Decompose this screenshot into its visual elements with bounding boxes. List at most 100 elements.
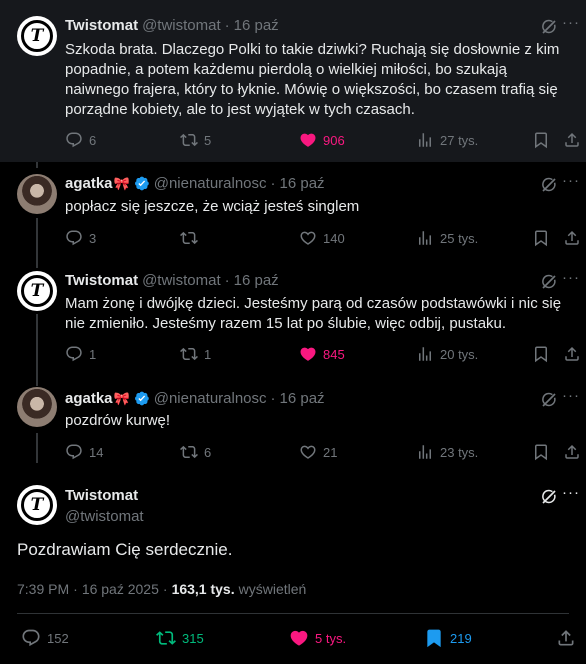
reply-button[interactable]: 14 (65, 443, 103, 461)
bookmark-button[interactable]: 219 (424, 628, 472, 648)
action-bar: 6 5 906 27 tys. (65, 131, 578, 151)
verified-icon[interactable] (133, 390, 150, 407)
repost-count: 1 (204, 346, 212, 362)
repost-button[interactable]: 1 (180, 345, 211, 363)
views-button[interactable]: 20 tys. (416, 345, 478, 363)
repost-button[interactable] (180, 229, 204, 247)
author-handle[interactable]: @twistomat (142, 272, 221, 289)
avatar[interactable]: T (17, 16, 57, 56)
action-bar: 14 6 21 23 tys. (65, 443, 578, 463)
repost-button[interactable]: 6 (180, 443, 211, 461)
more-icon[interactable]: ··· (562, 269, 580, 286)
author-name[interactable]: agatka (65, 175, 113, 192)
like-button[interactable]: 140 (299, 229, 345, 247)
avatar[interactable]: T (17, 485, 57, 525)
timestamp[interactable]: 16 paź (280, 175, 325, 192)
share-icon (556, 628, 576, 648)
more-icon[interactable]: ··· (562, 14, 580, 31)
bookmark-icon (532, 131, 550, 149)
tweet[interactable]: agatka 🎀 @nienaturalnosc · 16 paź ··· po… (0, 162, 586, 262)
avatar[interactable] (17, 174, 57, 214)
tweet[interactable]: T Twistomat @twistomat · 16 paź ··· Szko… (0, 0, 586, 162)
tweet-text: Szkoda brata. Dlaczego Polki to takie dz… (65, 41, 560, 118)
bookmark-button[interactable] (532, 443, 556, 461)
avatar[interactable] (17, 387, 57, 427)
like-count: 21 (323, 444, 338, 460)
like-button[interactable]: 906 (299, 131, 345, 149)
share-icon (563, 229, 581, 247)
tweet-text: popłacz się jeszcze, że wciąż jesteś sin… (65, 198, 360, 215)
author-name[interactable]: Twistomat (65, 17, 138, 34)
views-button[interactable]: 23 tys. (416, 443, 478, 461)
separator-dot: · (270, 390, 276, 407)
bookmark-count: 219 (450, 630, 472, 646)
reply-button[interactable]: 3 (65, 229, 96, 247)
separator-dot: · (73, 581, 78, 597)
author-handle[interactable]: @twistomat (142, 17, 221, 34)
grok-icon[interactable] (540, 176, 558, 194)
bookmark-button[interactable] (532, 131, 556, 149)
reply-icon (65, 345, 83, 363)
heart-icon (299, 443, 317, 461)
ribbon-emoji: 🎀 (113, 175, 130, 191)
separator-dot: · (270, 175, 276, 192)
views-count: 163,1 tys. (171, 581, 235, 597)
views-button[interactable]: 27 tys. (416, 131, 478, 149)
grok-icon[interactable] (540, 488, 558, 506)
share-button[interactable] (563, 345, 586, 363)
share-button[interactable] (563, 443, 586, 461)
heart-icon (299, 345, 317, 363)
author-handle[interactable]: @twistomat (65, 508, 144, 525)
share-button[interactable] (556, 628, 582, 648)
more-icon[interactable]: ··· (562, 387, 580, 404)
verified-icon[interactable] (133, 175, 150, 192)
divider (17, 613, 569, 614)
more-icon[interactable]: ··· (562, 172, 580, 189)
share-button[interactable] (563, 131, 586, 149)
reply-button[interactable]: 152 (21, 628, 69, 648)
author-name[interactable]: agatka (65, 390, 113, 407)
repost-button[interactable]: 315 (156, 628, 204, 648)
like-button[interactable]: 845 (299, 345, 345, 363)
views-button[interactable]: 25 tys. (416, 229, 478, 247)
repost-button[interactable]: 5 (180, 131, 211, 149)
like-button[interactable]: 21 (299, 443, 337, 461)
avatar[interactable]: T (17, 271, 57, 311)
timestamp[interactable]: 16 paź (280, 390, 325, 407)
author-name[interactable]: Twistomat (65, 487, 138, 504)
grok-icon[interactable] (540, 18, 558, 36)
like-count: 845 (323, 346, 345, 362)
author-handle[interactable]: @nienaturalnosc (154, 175, 267, 192)
views-icon (416, 229, 434, 247)
post-time[interactable]: 7:39 PM (17, 581, 69, 597)
share-icon (563, 345, 581, 363)
author-handle[interactable]: @nienaturalnosc (154, 390, 267, 407)
separator-dot: · (224, 17, 230, 34)
more-icon[interactable]: ··· (562, 484, 580, 501)
timestamp[interactable]: 16 paź (234, 17, 279, 34)
views-icon (416, 345, 434, 363)
tweet-text: Mam żonę i dwójkę dzieci. Jesteśmy parą … (65, 295, 562, 332)
reply-button[interactable]: 1 (65, 345, 96, 363)
views-icon (416, 443, 434, 461)
timestamp[interactable]: 16 paź (234, 272, 279, 289)
bookmark-icon (532, 229, 550, 247)
heart-icon (299, 229, 317, 247)
bookmark-icon (532, 443, 550, 461)
grok-icon[interactable] (540, 273, 558, 291)
repost-icon (180, 131, 198, 149)
like-button[interactable]: 5 tys. (289, 628, 346, 648)
tweet[interactable]: agatka 🎀 @nienaturalnosc · 16 paź ··· po… (0, 377, 586, 473)
view-count: 20 tys. (440, 346, 479, 362)
bookmark-button[interactable] (532, 229, 556, 247)
post-date[interactable]: 16 paź 2025 (82, 581, 159, 597)
bookmark-button[interactable] (532, 345, 556, 363)
repost-icon (180, 229, 198, 247)
author-name[interactable]: Twistomat (65, 272, 138, 289)
bookmark-icon (532, 345, 550, 363)
reply-button[interactable]: 6 (65, 131, 96, 149)
grok-icon[interactable] (540, 391, 558, 409)
share-button[interactable] (563, 229, 586, 247)
reply-count: 152 (47, 630, 69, 646)
tweet[interactable]: T Twistomat @twistomat · 16 paź ··· Mam … (0, 262, 586, 377)
